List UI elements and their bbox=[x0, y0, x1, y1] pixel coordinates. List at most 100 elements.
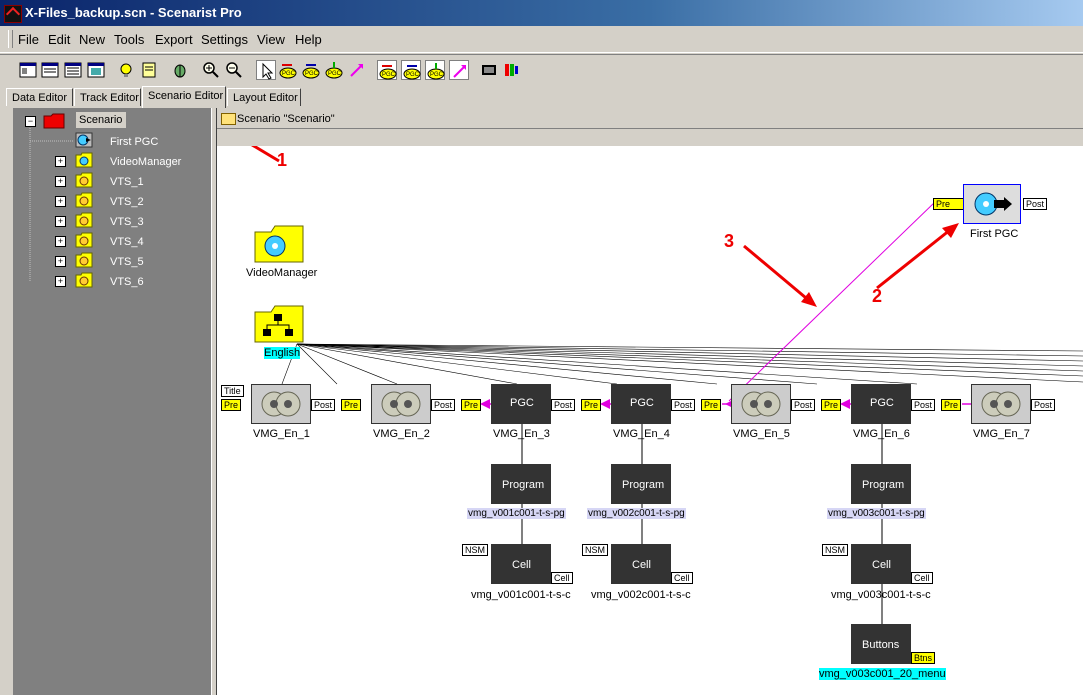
lightbulb-icon[interactable] bbox=[116, 60, 136, 80]
panel-header-title: Scenario "Scenario" bbox=[237, 113, 335, 125]
data-view-icon[interactable] bbox=[18, 60, 38, 80]
pgc-goup-icon[interactable]: PGC bbox=[425, 60, 445, 80]
tab-data-editor[interactable]: Data Editor bbox=[6, 88, 73, 106]
pgc-link-right-icon[interactable]: PGC bbox=[301, 60, 321, 80]
scenario-canvas[interactable]: 1 2 3 Pre Post First PGC VideoManager En… bbox=[217, 146, 1083, 695]
tab-scenario-editor[interactable]: Scenario Editor bbox=[142, 86, 226, 108]
pointer-tool-icon[interactable] bbox=[256, 60, 276, 80]
program-node-3[interactable]: Program bbox=[851, 464, 911, 504]
tab-track-editor[interactable]: Track Editor bbox=[74, 88, 141, 106]
track-view-icon[interactable] bbox=[40, 60, 60, 80]
pgc-node-text: PGC bbox=[870, 397, 894, 409]
expand-videomanager-button[interactable]: + bbox=[55, 156, 66, 167]
pgc-pre-5[interactable]: Pre bbox=[701, 399, 722, 411]
menu-file[interactable]: File bbox=[18, 32, 39, 47]
scenario-panel-header: Scenario "Scenario" bbox=[217, 110, 1083, 129]
first-pgc-node[interactable] bbox=[963, 184, 1021, 224]
pgc-next-icon[interactable]: PGC bbox=[401, 60, 421, 80]
program-node-2[interactable]: Program bbox=[611, 464, 671, 504]
link-arrow-icon[interactable] bbox=[347, 60, 367, 80]
pgc-node-6[interactable]: PGC bbox=[851, 384, 911, 424]
pgc-label-7: VMG_En_7 bbox=[973, 428, 1030, 440]
expand-vts2-button[interactable]: + bbox=[55, 196, 66, 207]
zoom-in-icon[interactable] bbox=[201, 60, 221, 80]
pgc-pre-6[interactable]: Pre bbox=[821, 399, 842, 411]
program-node-1[interactable]: Program bbox=[491, 464, 551, 504]
pgc-post-3[interactable]: Post bbox=[551, 399, 576, 411]
menu-bar: File Edit New Tools Export Settings View… bbox=[0, 26, 1083, 53]
pgc-node-7[interactable] bbox=[971, 384, 1031, 424]
link-tool-icon[interactable] bbox=[449, 60, 469, 80]
expand-vts5-button[interactable]: + bbox=[55, 256, 66, 267]
menu-export[interactable]: Export bbox=[155, 32, 193, 47]
vts2-tree-icon bbox=[75, 192, 93, 208]
videomanager-tree-icon bbox=[75, 152, 93, 168]
menu-tools[interactable]: Tools bbox=[114, 32, 144, 47]
layout-view-icon[interactable] bbox=[86, 60, 106, 80]
buttons-tag: Btns bbox=[911, 652, 936, 664]
bug-icon[interactable] bbox=[170, 60, 190, 80]
pgc-node-1[interactable] bbox=[251, 384, 311, 424]
buttons-node[interactable]: Buttons bbox=[851, 624, 911, 664]
pgc-post-5[interactable]: Post bbox=[791, 399, 816, 411]
vts3-tree-icon bbox=[75, 212, 93, 228]
tab-layout-editor[interactable]: Layout Editor bbox=[227, 88, 301, 106]
app-icon bbox=[4, 5, 22, 23]
videomanager-label: VideoManager bbox=[246, 267, 318, 279]
pgc-node-text: PGC bbox=[510, 397, 534, 409]
properties-icon[interactable] bbox=[139, 60, 159, 80]
english-language-node[interactable] bbox=[253, 304, 305, 344]
pgc-pre-4[interactable]: Pre bbox=[581, 399, 602, 411]
expand-vts6-button[interactable]: + bbox=[55, 276, 66, 287]
collapse-root-button[interactable]: − bbox=[25, 116, 36, 127]
program-label-1: vmg_v001c001-t-s-pg bbox=[467, 508, 566, 519]
pgc-pre-7[interactable]: Pre bbox=[941, 399, 962, 411]
cell-node-3[interactable]: Cell bbox=[851, 544, 911, 584]
pgc-post-6[interactable]: Post bbox=[911, 399, 936, 411]
expand-vts1-button[interactable]: + bbox=[55, 176, 66, 187]
folder-icon bbox=[221, 113, 236, 125]
menu-help[interactable]: Help bbox=[295, 32, 322, 47]
first-pgc-post[interactable]: Post bbox=[1023, 198, 1048, 210]
cell-node-1[interactable]: Cell bbox=[491, 544, 551, 584]
cell-node-2[interactable]: Cell bbox=[611, 544, 671, 584]
tree-root-scenario[interactable]: Scenario bbox=[76, 112, 126, 128]
expand-vts3-button[interactable]: + bbox=[55, 216, 66, 227]
expand-vts4-button[interactable]: + bbox=[55, 236, 66, 247]
pgc-node-2[interactable] bbox=[371, 384, 431, 424]
pgc-post-7[interactable]: Post bbox=[1031, 399, 1056, 411]
pgc-pre-1[interactable]: Pre bbox=[221, 399, 242, 411]
film-icon[interactable] bbox=[479, 60, 499, 80]
zoom-out-icon[interactable] bbox=[224, 60, 244, 80]
menu-edit[interactable]: Edit bbox=[48, 32, 70, 47]
pgc-label-4: VMG_En_4 bbox=[613, 428, 670, 440]
menu-new[interactable]: New bbox=[79, 32, 105, 47]
cell-label-2: vmg_v002c001-t-s-c bbox=[591, 589, 691, 601]
pgc-prev-icon[interactable]: PGC bbox=[377, 60, 397, 80]
menu-settings[interactable]: Settings bbox=[201, 32, 248, 47]
annotation-2: 2 bbox=[872, 286, 883, 306]
pgc-node-5[interactable] bbox=[731, 384, 791, 424]
videomanager-node[interactable] bbox=[253, 224, 305, 264]
scenario-folder-icon bbox=[43, 112, 65, 129]
pgc-node-4[interactable]: PGC bbox=[611, 384, 671, 424]
pgc-post-4[interactable]: Post bbox=[671, 399, 696, 411]
pgc-node-3[interactable]: PGC bbox=[491, 384, 551, 424]
pgc-node-text: PGC bbox=[630, 397, 654, 409]
title-tag: Title bbox=[221, 385, 244, 397]
first-pgc-label: First PGC bbox=[970, 228, 1019, 240]
cell-label-1: vmg_v001c001-t-s-c bbox=[471, 589, 571, 601]
pgc-pre-3[interactable]: Pre bbox=[461, 399, 482, 411]
pgc-post-2[interactable]: Post bbox=[431, 399, 456, 411]
list-view-icon[interactable] bbox=[63, 60, 83, 80]
pgc-link-up-icon[interactable]: PGC bbox=[324, 60, 344, 80]
first-pgc-pre[interactable]: Pre bbox=[933, 198, 965, 210]
pgc-post-1[interactable]: Post bbox=[311, 399, 336, 411]
palette-icon[interactable] bbox=[501, 60, 521, 80]
title-bar: X-Files_backup.scn - Scenarist Pro bbox=[0, 0, 1083, 26]
pgc-link-left-icon[interactable]: PGC bbox=[278, 60, 298, 80]
vts4-tree-icon bbox=[75, 232, 93, 248]
cell-tag-3: Cell bbox=[911, 572, 933, 584]
pgc-pre-2[interactable]: Pre bbox=[341, 399, 362, 411]
menu-view[interactable]: View bbox=[257, 32, 285, 47]
